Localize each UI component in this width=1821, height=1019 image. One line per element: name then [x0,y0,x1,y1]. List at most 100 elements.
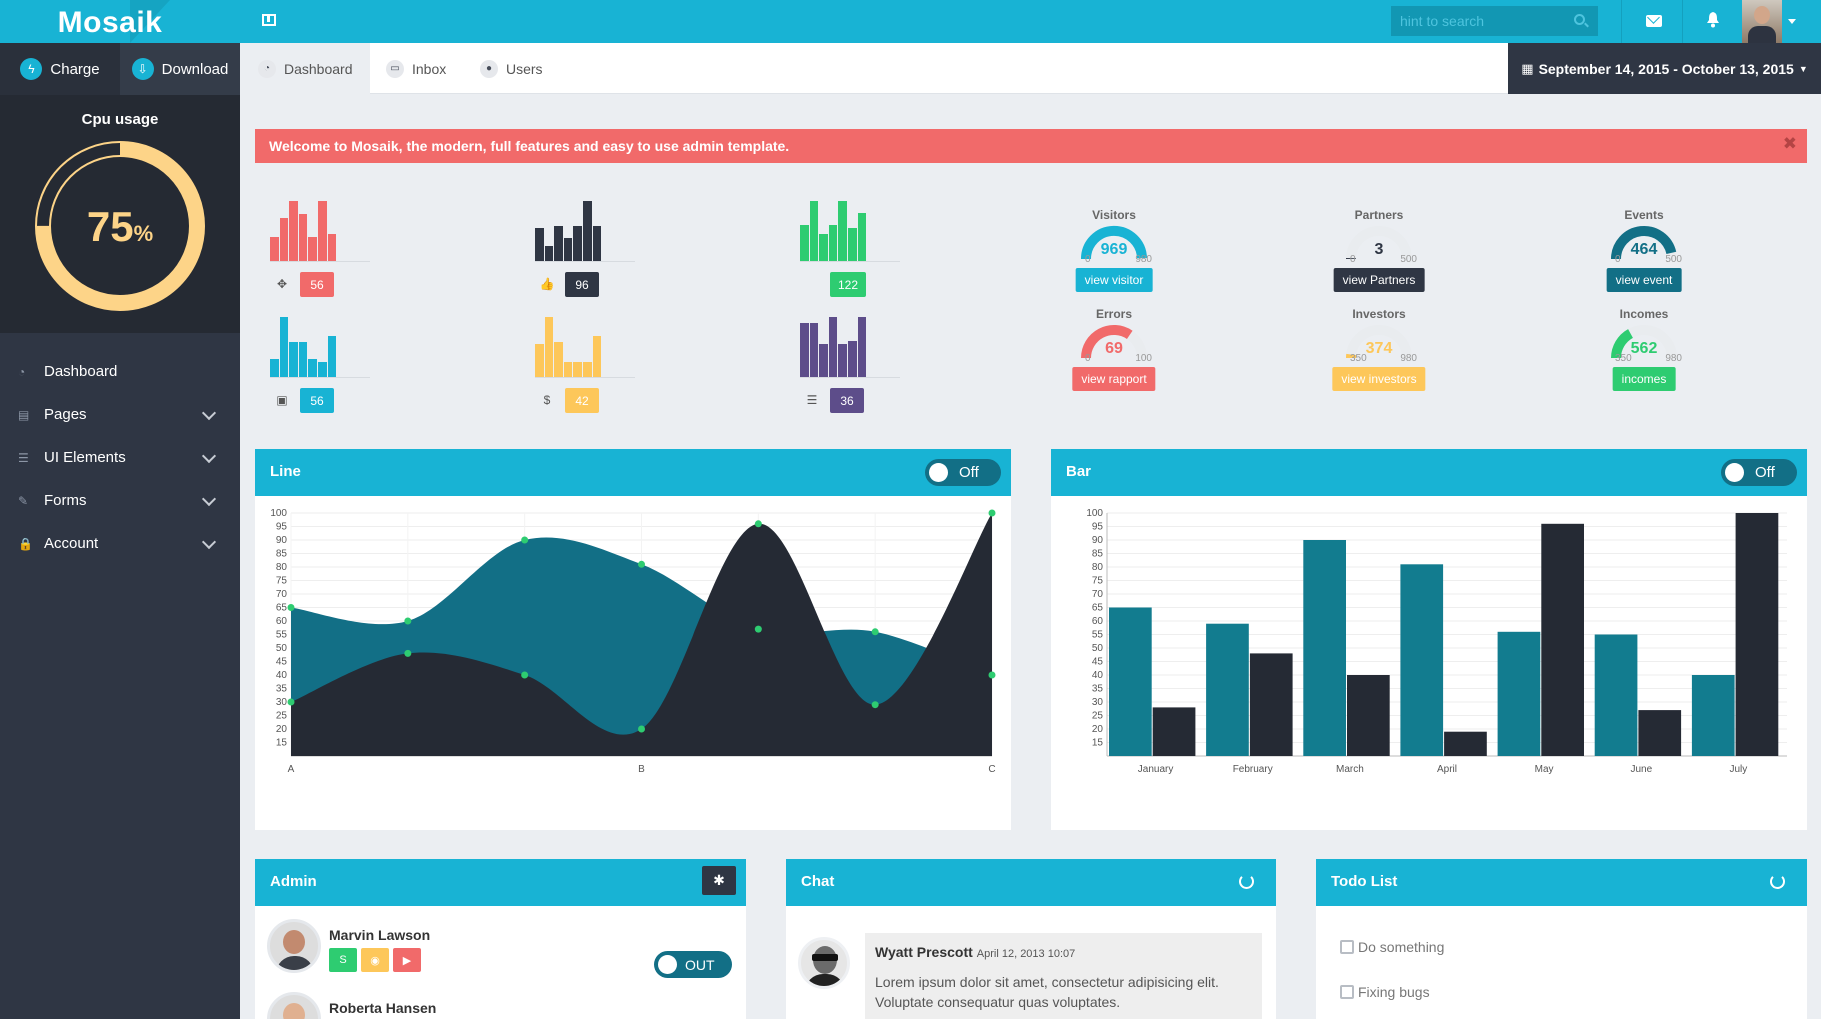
y-tick-label: 45 [1092,657,1104,668]
gauge-button[interactable]: view investors [1332,367,1426,391]
sparkline [535,200,635,262]
date-range-picker[interactable]: ▦ September 14, 2015 - October 13, 2015 … [1508,43,1821,94]
data-point[interactable] [754,520,762,528]
bar-toggle[interactable]: Off [1721,459,1797,486]
sidebar-item-account[interactable]: 🔒 Account [0,522,240,565]
y-tick-label: 15 [276,738,288,749]
checkbox[interactable] [1340,985,1354,999]
bar[interactable] [1347,675,1390,756]
y-tick-label: 20 [1092,724,1104,735]
bar[interactable] [1691,675,1735,756]
data-point[interactable] [754,625,762,633]
bar[interactable] [1206,623,1249,756]
status-toggle[interactable]: OUT [654,951,732,978]
bar[interactable] [1109,607,1152,757]
user-avatar-top[interactable] [1742,0,1782,43]
search-input[interactable] [1391,6,1598,36]
sparkline [800,200,900,262]
logo[interactable]: Mosaik [0,0,240,43]
tab-dashboard[interactable]: ◔ Dashboard [240,43,370,94]
gauge-button[interactable]: view visitor [1075,268,1153,292]
cpu-usage-widget: Cpu usage 75% [0,95,240,333]
rss-icon[interactable]: ◉ [361,948,389,972]
sparkline-bar [544,246,554,261]
bar[interactable] [1400,564,1444,756]
data-point[interactable] [521,671,529,679]
bar[interactable] [1249,653,1293,756]
refresh-icon[interactable] [1770,874,1785,889]
youtube-icon[interactable]: ▶ [393,948,421,972]
skype-icon[interactable]: S [329,948,357,972]
avatar[interactable] [267,992,321,1019]
avatar[interactable] [267,919,321,973]
sparkline-bar [563,238,573,261]
data-point[interactable] [404,649,412,657]
sidebar-item-pages[interactable]: ▤ Pages [0,393,240,436]
bar[interactable] [1638,710,1682,756]
dashboard-icon: ◔ [18,364,26,379]
bar[interactable] [1303,540,1346,756]
gauge-button[interactable]: view rapport [1072,367,1156,391]
checkbox[interactable] [1340,940,1354,954]
gear-icon[interactable]: ✱ [702,866,736,895]
sidebar-item-forms[interactable]: ✎ Forms [0,479,240,522]
sidebar-item-label: Dashboard [44,363,118,380]
gauge-button[interactable]: incomes [1612,367,1676,391]
data-point[interactable] [638,725,645,733]
bar[interactable] [1735,513,1779,756]
bar[interactable] [1594,634,1638,757]
y-tick-label: 40 [276,670,288,681]
file-icon: ▤ [18,407,30,422]
sparkline-bar [592,336,602,377]
sparkline-bar [327,234,337,261]
gauge-max: 500 [1665,254,1682,265]
todo-item[interactable]: Do something [1340,939,1444,955]
gauge-min: 0 [1085,353,1091,364]
data-point[interactable] [404,617,412,625]
bar[interactable] [1497,631,1541,756]
message-text: Lorem ipsum dolor sit amet, consectetur … [875,974,1219,1010]
sparkline-bar [563,362,573,377]
search-icon[interactable] [1574,14,1585,25]
data-point[interactable] [287,698,295,706]
y-tick-label: 55 [1092,630,1104,641]
y-tick-label: 90 [276,535,288,546]
charge-label: Charge [50,60,100,78]
data-point[interactable] [871,701,879,709]
mail-icon[interactable] [1646,15,1662,27]
line-toggle[interactable]: Off [925,459,1001,486]
charge-button[interactable]: ϟ Charge [0,43,120,95]
tab-users[interactable]: ● Users [480,43,560,94]
sidebar-item-ui-elements[interactable]: ☰ UI Elements [0,436,240,479]
bar-chart-panel: Bar Off 15 20 25 30 35 40 45 50 55 60 65 70 75 80 85 90… [1051,449,1807,830]
close-icon[interactable]: ✖ [1783,134,1797,154]
data-point[interactable] [287,604,295,611]
avatar[interactable] [798,937,850,989]
download-button[interactable]: ⇩ Download [120,43,240,95]
gauge-visitors: Visitors 969 0 980 view visitor [1069,208,1159,303]
bar[interactable] [1444,731,1487,756]
data-point[interactable] [521,536,529,544]
refresh-icon[interactable] [1239,874,1254,889]
data-point[interactable] [988,509,996,517]
x-tick-label: March [1336,764,1364,775]
bar[interactable] [1541,523,1584,756]
tab-inbox[interactable]: ▭ Inbox [386,43,466,94]
bar[interactable] [1152,707,1196,756]
sparkline-bar [828,225,838,261]
sidebar-item-dashboard[interactable]: ◔ Dashboard [0,350,240,393]
sparkline-bar [308,237,317,261]
todo-item[interactable]: Fixing bugs [1340,984,1430,1000]
gauge-button[interactable]: view Partners [1333,268,1425,292]
bell-icon[interactable] [1706,12,1720,28]
gauge-button[interactable]: view event [1606,268,1682,292]
caret-down-icon[interactable] [1788,19,1796,24]
inbox-icon: ▭ [386,59,404,78]
gauge-incomes: Incomes 562 350 980 incomes [1599,307,1689,402]
sparkline-bar [573,226,582,261]
sparkline-bar [279,317,289,377]
layout-toggle-icon[interactable] [262,14,276,26]
data-point[interactable] [871,628,879,636]
data-point[interactable] [988,671,996,679]
data-point[interactable] [638,560,645,568]
